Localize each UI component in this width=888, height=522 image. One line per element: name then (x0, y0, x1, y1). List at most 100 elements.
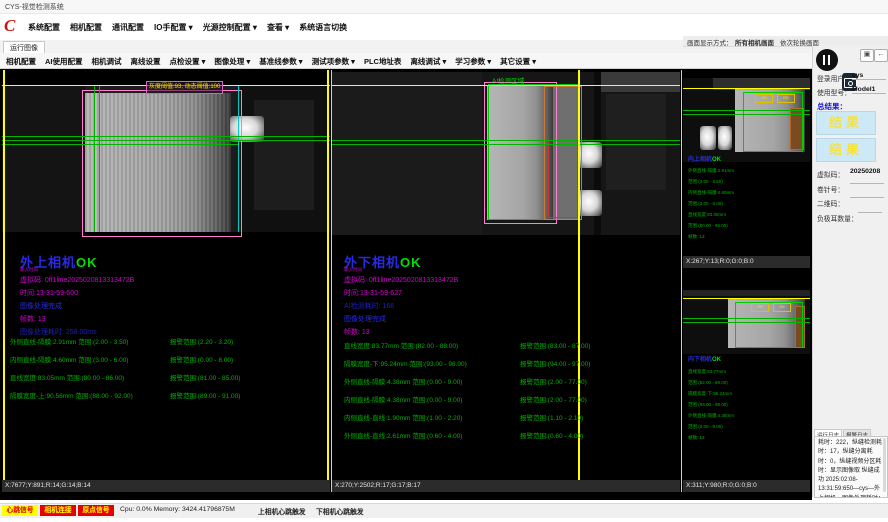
measurement-line: 内侧直线-直线:1.90mm 范围:(1.00 - 2.20) (344, 412, 462, 422)
camera3-coords: X:267;Y:13;R:0;G:0;B:0 (683, 256, 810, 268)
menu-io-config[interactable]: IO手配置 ▾ (154, 22, 193, 33)
tool-other-settings[interactable]: 其它设置 ▾ (500, 56, 536, 67)
alarm-range: 报警范围:(81.00 - 85.00) (170, 372, 240, 382)
tool-plc-address[interactable]: PLC地址表 (364, 56, 402, 67)
tool-camera-debug[interactable]: 相机调试 (92, 56, 122, 67)
result-box-2: 结果 (816, 138, 876, 162)
camera4-name: 内下相机 (688, 357, 712, 363)
lock-icon: ▣ (864, 51, 871, 58)
measurement-line: 内侧直线-隔膜:4.38mm 范围:(0.00 - 9.00) (344, 394, 462, 404)
qr-code-value (850, 197, 884, 198)
title-bar (0, 0, 888, 14)
tool-spot-check[interactable]: 点检设置 ▾ (170, 56, 206, 67)
measurement-line: 直线宽度:83.05mm (688, 209, 726, 220)
camera1-coords: X:7677;Y:891;R:14;G:14;B:14 (2, 480, 330, 492)
display-mode-all-cameras[interactable]: 所有相机画面 (735, 37, 774, 47)
tool-learning-params[interactable]: 学习参数 ▾ (455, 56, 491, 67)
measurement-line: 隔膜宽度-上:90.56mm 范围:(88.00 - 92.00) (10, 390, 133, 400)
measurement-line: 隔膜宽度-下:95.24mm (688, 388, 732, 399)
camera1-frame-count: 帧数: 13 (20, 314, 46, 324)
pin-number-label: 卷针号： (817, 184, 844, 194)
divider (0, 68, 812, 69)
model-value: Model1 (852, 86, 886, 94)
measurement-line: 范围:(82.00 - 88.00) (688, 377, 728, 388)
qr-code-label: 二维码： (817, 198, 844, 208)
tool-offline-debug[interactable]: 离线调试 ▾ (410, 56, 446, 67)
camera2-view[interactable]: AI检测区域 外下相机OK 输入时间 虚拟码: 0ff1line20250208… (332, 70, 680, 492)
menu-system-config[interactable]: 系统配置 (28, 22, 60, 33)
menu-view[interactable]: 查看 ▾ (267, 22, 289, 33)
tool-ai-use-config[interactable]: AI使用配置 (45, 56, 83, 67)
green-ref-line (332, 140, 680, 141)
alarm-range: 报警范围:(94.00 - 97.00) (520, 358, 590, 368)
green-ref-line (332, 144, 680, 145)
camera1-view[interactable]: 灰度阈值:93, 动态阈值:100 外上相机OK 输入时间 虚拟码: 0ff1l… (2, 70, 330, 492)
negative-tab-count-label: 负极耳数量： (817, 213, 858, 223)
camera4-view[interactable]: OK OK 内下相机OK 直线宽度:83.77mm 范围:(82.00 - 88… (683, 270, 810, 492)
measurement-line: 隔膜宽度-下:95.24mm 范围:(93.00 - 98.00) (344, 358, 467, 368)
tool-camera-config[interactable]: 相机配置 (6, 56, 36, 67)
camera4-status: OK (712, 357, 721, 363)
tool-test-params[interactable]: 测试项参数 ▾ (312, 56, 355, 67)
camera-link-badge: 相机连接 (40, 505, 76, 516)
alarm-range: 报警范围:(0.00 - 8.00) (170, 354, 233, 364)
pause-button[interactable] (816, 49, 838, 71)
measurement-line: 内侧直线-隔膜:4.60mm (688, 187, 734, 198)
measurement-line: 范围:(93.00 - 98.00) (688, 399, 728, 410)
green-ref-line (94, 85, 95, 232)
camera1-sub-label: 输入时间 (20, 267, 38, 273)
green-ref-line (683, 322, 810, 323)
measurement-line: 帧数: 13 (688, 432, 705, 443)
tool-baseline-params[interactable]: 基准线参数 ▾ (259, 56, 302, 67)
camera3-view[interactable]: OK OK 内上相机OK 外侧直线-隔膜:2.91mm 范围:(2.00 - 3… (683, 70, 810, 268)
pause-icon (828, 55, 830, 65)
green-ref-line (683, 318, 810, 319)
camera2-barcode: 虚拟码: 0ff1line2025020813313472B (344, 275, 458, 285)
login-user-label: 登录用户： (817, 73, 851, 83)
tool-image-processing[interactable]: 图像处理 ▾ (214, 56, 250, 67)
menu-comm-config[interactable]: 通讯配置 (112, 22, 144, 33)
measurement-line: 外侧直线-隔膜:2.91mm 范围:(2.00 - 3.50) (10, 336, 128, 346)
lock-button[interactable]: ▣ (860, 49, 874, 62)
login-user-value: cys (852, 72, 886, 80)
alarm-range: 报警范围:(0.60 - 4.00) (520, 430, 583, 440)
camera3-name: 内上相机 (688, 157, 712, 163)
measurement-line: 外侧直线-直线:2.61mm 范围:(0.60 - 4.00) (344, 430, 462, 440)
threshold-label: 灰度阈值:93, 动态阈值:100 (146, 81, 223, 94)
display-mode-label: 画面显示方式： (687, 37, 733, 47)
result-box-1: 结果 (816, 111, 876, 135)
measurement-line: 直线宽度:83.77mm (688, 366, 726, 377)
camera2-frame-count: 帧数: 13 (344, 327, 370, 337)
alarm-range: 报警范围:(2.00 - 77.00) (520, 394, 587, 404)
menu-light-config[interactable]: 光源控制配置 ▾ (203, 22, 257, 33)
back-button[interactable]: ← (874, 49, 888, 62)
yellow-ref-line (683, 88, 810, 89)
back-arrow-icon: ← (878, 51, 885, 58)
green-ref-line (2, 140, 330, 141)
camera1-barcode: 虚拟码: 0ff1line2025020813313472B (20, 275, 134, 285)
camera2-process-done: 图像处理完成 (344, 314, 386, 324)
alarm-range: 报警范围:(2.00 - 77.00) (520, 376, 587, 386)
green-ref-line (683, 114, 810, 115)
menu-camera-config[interactable]: 相机配置 (70, 22, 102, 33)
pin-number-value (850, 183, 884, 184)
machinery-shadow (2, 85, 85, 232)
menu-items: 系统配置 相机配置 通讯配置 IO手配置 ▾ 光源控制配置 ▾ 查看 ▾ 系统语… (28, 22, 347, 33)
tool-offline-settings[interactable]: 离线设置 (131, 56, 161, 67)
machinery-block (332, 72, 482, 235)
window-title: CYS-视觉检测系统 (5, 2, 64, 12)
camera4-coords: X:311;Y:980;R:0;G:0;B:0 (683, 480, 810, 492)
measurement-line: 范围:(80.00 - 86.00) (688, 220, 728, 231)
log-text-area[interactable]: 耗时：222，纵缝检测耗时：17，纵缝分离耗时：0，纵缝视频分区耗时：显示图像取… (814, 436, 888, 498)
log-scrollbar[interactable] (883, 438, 886, 492)
ok-flag: OK (773, 303, 791, 312)
measurement-line: 范围:(3.00 - 6.00) (688, 198, 723, 209)
green-ref-line (683, 110, 810, 111)
measurement-line: 外侧直线-隔膜:4.38mm 范围:(0.00 - 9.00) (344, 376, 462, 386)
divider (681, 70, 682, 492)
electrode-tab (700, 126, 716, 150)
camera2-sub-label: 输入时间 (344, 267, 362, 273)
green-ref-line (2, 136, 330, 137)
bottom-camera-heartbeat: 下相机心跳触发 (316, 506, 364, 516)
menu-language-switch[interactable]: 系统语言切换 (299, 22, 347, 33)
